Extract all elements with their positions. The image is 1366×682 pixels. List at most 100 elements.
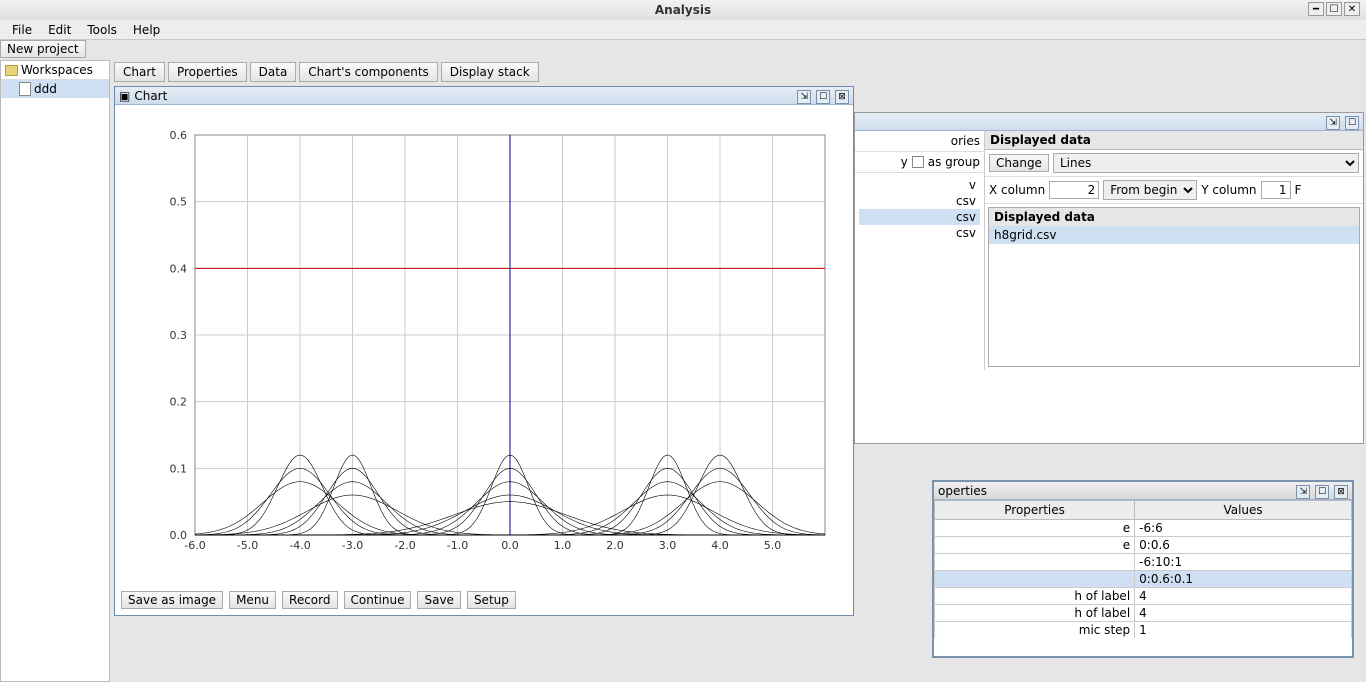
table-row[interactable]: h of label4 xyxy=(935,605,1352,622)
frame-icon: ▣ xyxy=(119,89,130,103)
prop-value[interactable]: 0:0.6:0.1 xyxy=(1135,571,1352,588)
svg-text:1.0: 1.0 xyxy=(554,539,572,552)
workspace-tree: Workspaces ddd xyxy=(0,60,110,682)
col-properties: Properties xyxy=(935,501,1135,520)
table-row[interactable]: 0:0.6:0.1 xyxy=(935,571,1352,588)
svg-text:0.1: 0.1 xyxy=(170,462,188,475)
prop-value[interactable]: 4 xyxy=(1135,605,1352,622)
list-header: Displayed data xyxy=(989,208,1359,226)
prop-name xyxy=(935,571,1135,588)
props-close-icon[interactable]: ⊠ xyxy=(1334,485,1348,499)
menubar: File Edit Tools Help xyxy=(0,20,1366,40)
svg-text:-2.0: -2.0 xyxy=(394,539,415,552)
svg-text:-1.0: -1.0 xyxy=(447,539,468,552)
svg-text:-5.0: -5.0 xyxy=(237,539,258,552)
tree-item-ddd[interactable]: ddd xyxy=(1,80,109,98)
toolbar: New project xyxy=(0,40,1366,60)
new-project-button[interactable]: New project xyxy=(0,40,86,58)
prop-name: e xyxy=(935,537,1135,554)
chart-frame-title: Chart xyxy=(134,89,792,103)
f-fragment: F xyxy=(1295,183,1302,197)
svg-text:0.0: 0.0 xyxy=(501,539,519,552)
prop-value[interactable]: -6:6 xyxy=(1135,520,1352,537)
chart-menu-button[interactable]: Menu xyxy=(229,591,276,609)
prop-value[interactable]: 0:0.6 xyxy=(1135,537,1352,554)
svg-text:-6.0: -6.0 xyxy=(184,539,205,552)
table-row[interactable]: mic step1 xyxy=(935,622,1352,639)
table-row[interactable]: -6:10:1 xyxy=(935,554,1352,571)
displayed-data-list: Displayed data h8grid.csv xyxy=(988,207,1360,367)
partial-item[interactable]: v xyxy=(859,177,980,193)
svg-text:0.4: 0.4 xyxy=(170,262,188,275)
svg-text:5.0: 5.0 xyxy=(764,539,782,552)
partial-item[interactable]: csv xyxy=(859,193,980,209)
save-as-image-button[interactable]: Save as image xyxy=(121,591,223,609)
svg-text:0.2: 0.2 xyxy=(170,396,188,409)
tab-chart[interactable]: Chart xyxy=(114,62,165,82)
prop-value[interactable]: 1 xyxy=(1135,622,1352,639)
from-begin-select[interactable]: From begin xyxy=(1103,180,1197,200)
panel-maximize-icon[interactable]: ☐ xyxy=(1345,116,1359,130)
partial-item[interactable]: csv xyxy=(859,209,980,225)
svg-text:0.6: 0.6 xyxy=(170,129,188,142)
table-row[interactable]: e-6:6 xyxy=(935,520,1352,537)
minimize-icon[interactable]: ━ xyxy=(1308,2,1324,16)
properties-title-fragment: operties xyxy=(938,484,1291,498)
frame-iconify-icon[interactable]: ⇲ xyxy=(797,90,811,104)
frame-maximize-icon[interactable]: ☐ xyxy=(816,90,830,104)
chart-save-button[interactable]: Save xyxy=(417,591,460,609)
list-item[interactable]: h8grid.csv xyxy=(989,226,1359,244)
prop-name: h of label xyxy=(935,588,1135,605)
continue-button[interactable]: Continue xyxy=(344,591,412,609)
menu-help[interactable]: Help xyxy=(125,21,168,39)
properties-table: Properties Values e-6:6e0:0.6-6:10:10:0.… xyxy=(934,500,1352,638)
as-group-checkbox[interactable] xyxy=(912,156,924,168)
change-button[interactable]: Change xyxy=(989,154,1049,172)
props-iconify-icon[interactable]: ⇲ xyxy=(1296,485,1310,499)
table-row[interactable]: h of label4 xyxy=(935,588,1352,605)
change-select[interactable]: Lines xyxy=(1053,153,1359,173)
table-row[interactable]: e0:0.6 xyxy=(935,537,1352,554)
props-maximize-icon[interactable]: ☐ xyxy=(1315,485,1329,499)
prop-name: h of label xyxy=(935,605,1135,622)
menu-edit[interactable]: Edit xyxy=(40,21,79,39)
displayed-data-header: Displayed data xyxy=(985,131,1363,150)
col-values: Values xyxy=(1135,501,1352,520)
chart-frame: ▣ Chart ⇲ ☐ ⊠ -6.0 -5.0 -4.0 -3.0 -2.0 -1.0 0.… xyxy=(114,86,854,616)
svg-text:-3.0: -3.0 xyxy=(342,539,363,552)
prop-value[interactable]: -6:10:1 xyxy=(1135,554,1352,571)
menu-file[interactable]: File xyxy=(4,21,40,39)
tab-display-stack[interactable]: Display stack xyxy=(441,62,539,82)
tree-root-workspaces[interactable]: Workspaces xyxy=(1,61,109,80)
x-column-label: X column xyxy=(989,183,1045,197)
tab-components[interactable]: Chart's components xyxy=(299,62,437,82)
setup-button[interactable]: Setup xyxy=(467,591,516,609)
window-title: Analysis xyxy=(655,3,711,17)
panel-minimize-icon[interactable]: ⇲ xyxy=(1326,116,1340,130)
document-icon xyxy=(19,82,31,96)
window-titlebar: Analysis ━ ☐ ✕ xyxy=(0,0,1366,20)
prop-name: mic step xyxy=(935,622,1135,639)
window-controls: ━ ☐ ✕ xyxy=(1308,2,1360,16)
menu-tools[interactable]: Tools xyxy=(79,21,125,39)
prop-value[interactable]: 4 xyxy=(1135,588,1352,605)
as-group-label: as group xyxy=(928,155,980,169)
record-button[interactable]: Record xyxy=(282,591,337,609)
svg-text:0.3: 0.3 xyxy=(170,329,188,342)
svg-text:3.0: 3.0 xyxy=(659,539,677,552)
maximize-icon[interactable]: ☐ xyxy=(1326,2,1342,16)
svg-text:0.5: 0.5 xyxy=(170,196,188,209)
frame-close-icon[interactable]: ⊠ xyxy=(835,90,849,104)
svg-text:0.0: 0.0 xyxy=(170,529,188,542)
close-icon[interactable]: ✕ xyxy=(1344,2,1360,16)
partial-item[interactable]: csv xyxy=(859,225,980,241)
x-column-input[interactable] xyxy=(1049,181,1099,199)
data-config-panel: ⇲ ☐ ories y as group xyxy=(854,112,1364,444)
tab-data[interactable]: Data xyxy=(250,62,297,82)
tab-properties[interactable]: Properties xyxy=(168,62,247,82)
y-column-input[interactable] xyxy=(1261,181,1291,199)
main-tabs: Chart Properties Data Chart's components… xyxy=(112,60,1366,84)
tree-root-label: Workspaces xyxy=(21,63,93,77)
svg-text:-4.0: -4.0 xyxy=(289,539,310,552)
y-fragment: y xyxy=(901,155,908,169)
